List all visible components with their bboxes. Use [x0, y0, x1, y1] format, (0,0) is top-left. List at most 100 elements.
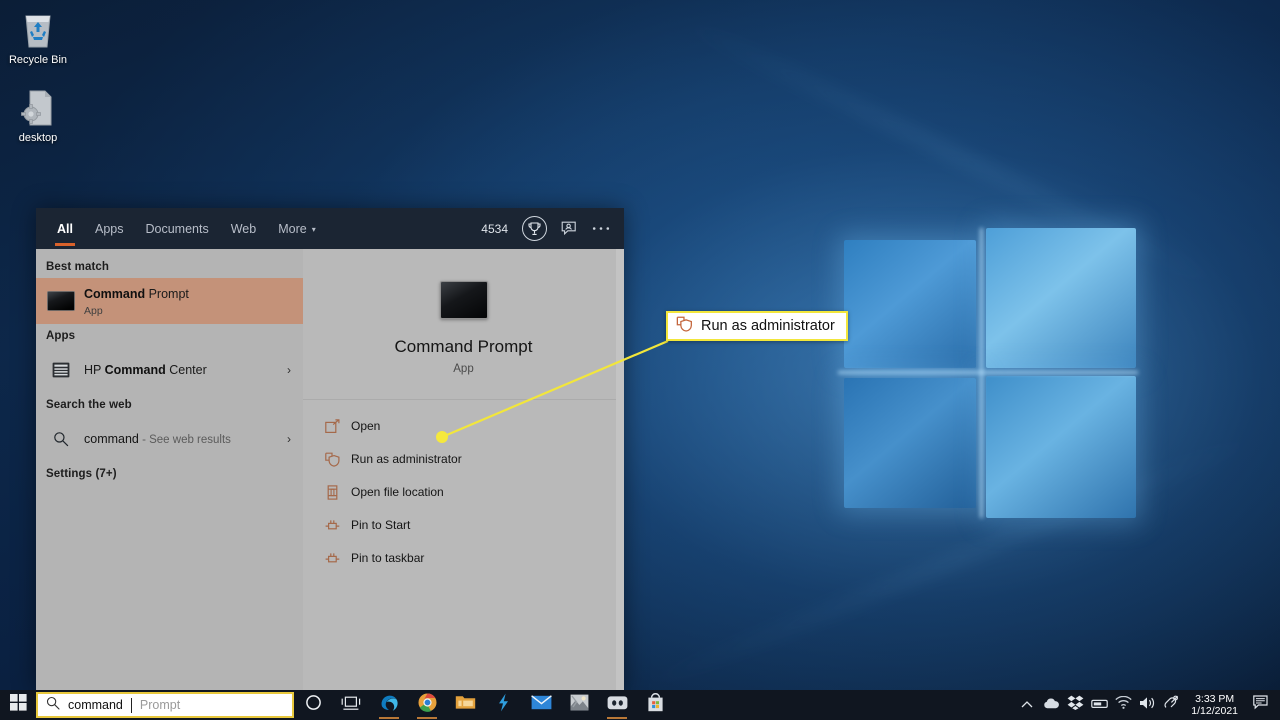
- clock[interactable]: 3:33 PM 1/12/2021: [1183, 693, 1248, 717]
- tab-documents[interactable]: Documents: [134, 208, 219, 249]
- tab-label: Apps: [94, 221, 124, 236]
- device-icon: [1090, 696, 1108, 714]
- group-header-settings: Settings (7+): [46, 468, 117, 480]
- config-file-icon: [0, 84, 76, 128]
- chevron-right-icon[interactable]: ›: [287, 432, 295, 446]
- action-pin-to-start[interactable]: Pin to Start: [325, 513, 624, 537]
- app-preview-panel: Command Prompt App Open Run as administr…: [303, 249, 624, 691]
- edge-icon: [379, 692, 400, 718]
- clock-time: 3:33 PM: [1195, 693, 1235, 705]
- taskbar-item-lightning-app[interactable]: [484, 690, 522, 720]
- preview-scroll-edge: [616, 249, 624, 691]
- rewards-points: 4534: [481, 221, 508, 236]
- logo-pane-top-left: [844, 240, 976, 368]
- chevron-right-icon[interactable]: ›: [287, 363, 295, 377]
- taskbar-item-file-explorer[interactable]: [446, 690, 484, 720]
- taskbar-item-discord[interactable]: [598, 690, 636, 720]
- speaker-icon: [1139, 696, 1156, 715]
- group-header-best-match: Best match: [46, 261, 109, 273]
- wifi-icon: [1115, 695, 1132, 714]
- result-title: Command Prompt: [84, 286, 189, 301]
- taskbar-item-microsoft-store[interactable]: [636, 690, 674, 720]
- action-label: Pin to taskbar: [351, 551, 425, 565]
- group-header-search-the-web: Search the web: [46, 399, 132, 411]
- app-actions-list: Open Run as administrator Open file loca…: [303, 400, 624, 579]
- result-command-prompt[interactable]: Command Prompt App: [36, 278, 303, 324]
- search-tab-bar: All Apps Documents Web More ▾ 4534: [36, 208, 624, 249]
- taskbar-item-cortana[interactable]: [294, 690, 332, 720]
- pin-taskbar-icon: [325, 551, 347, 566]
- wallpaper-windows-logo: [838, 228, 1143, 518]
- tab-apps[interactable]: Apps: [84, 208, 135, 249]
- desktop-icon-recycle-bin[interactable]: Recycle Bin: [0, 6, 76, 67]
- store-icon: [647, 692, 664, 717]
- taskbar-item-microsoft-edge[interactable]: [370, 690, 408, 720]
- tray-device[interactable]: [1087, 690, 1111, 720]
- command-prompt-icon: [46, 291, 76, 311]
- desktop-icon-label: desktop: [18, 132, 58, 144]
- logo-pane-top-right: [986, 228, 1136, 368]
- connect-icon: [1163, 695, 1180, 715]
- result-text: HP Command Center: [84, 361, 287, 379]
- dropbox-icon: [1067, 695, 1084, 715]
- result-subtitle: App: [84, 304, 103, 317]
- search-input-value: command: [68, 698, 123, 712]
- pin-icon: [325, 518, 347, 533]
- windows-logo-icon: [9, 694, 27, 716]
- action-label: Open: [351, 419, 381, 433]
- result-web-search[interactable]: command - See web results ›: [36, 416, 303, 462]
- logo-pane-bottom-right: [986, 376, 1136, 518]
- tray-volume[interactable]: [1135, 690, 1159, 720]
- photos-icon: [570, 694, 589, 716]
- clock-date: 1/12/2021: [1191, 705, 1238, 717]
- result-hp-command-center[interactable]: HP Command Center ›: [36, 347, 303, 393]
- result-text: Command Prompt App: [84, 285, 295, 318]
- chrome-icon: [418, 693, 437, 717]
- action-label: Run as administrator: [351, 452, 462, 466]
- logo-seam-glow: [838, 371, 1138, 374]
- taskbar-item-google-chrome[interactable]: [408, 690, 446, 720]
- start-button[interactable]: [0, 690, 36, 720]
- task-view-icon: [341, 695, 361, 716]
- taskbar-item-photos[interactable]: [560, 690, 598, 720]
- result-text: command - See web results: [84, 430, 287, 448]
- discord-icon: [607, 695, 628, 716]
- tray-bluetooth-connect[interactable]: [1159, 690, 1183, 720]
- tab-bar-actions: 4534: [481, 216, 624, 241]
- trophy-icon[interactable]: [522, 216, 547, 241]
- preview-app-name: Command Prompt: [394, 337, 533, 356]
- tray-network[interactable]: [1111, 690, 1135, 720]
- action-center-button[interactable]: [1248, 690, 1274, 720]
- taskbar-search-box[interactable]: command Prompt: [36, 692, 294, 718]
- cortana-icon: [305, 694, 322, 716]
- desktop-icon-desktop-file[interactable]: desktop: [0, 84, 76, 145]
- tab-all[interactable]: All: [46, 208, 84, 249]
- file-explorer-icon: [455, 694, 476, 716]
- feedback-icon[interactable]: [561, 221, 578, 236]
- tray-onedrive[interactable]: [1039, 690, 1063, 720]
- action-open[interactable]: Open: [325, 414, 624, 438]
- tab-more[interactable]: More ▾: [267, 208, 327, 249]
- tab-web[interactable]: Web: [220, 208, 267, 249]
- search-results-list: Best match Command Prompt App Apps HP Co…: [36, 249, 303, 691]
- group-header-apps: Apps: [46, 330, 76, 342]
- command-prompt-icon: [439, 281, 488, 319]
- notification-icon: [1252, 695, 1270, 715]
- ellipsis-icon[interactable]: [592, 226, 610, 231]
- tray-dropbox[interactable]: [1063, 690, 1087, 720]
- taskbar-item-task-view[interactable]: [332, 690, 370, 720]
- system-tray: 3:33 PM 1/12/2021: [1015, 690, 1280, 720]
- desktop-icon-label: Recycle Bin: [8, 54, 68, 66]
- tab-label: More: [278, 221, 307, 236]
- taskbar-item-mail[interactable]: [522, 690, 560, 720]
- preview-app-kind: App: [453, 363, 474, 375]
- action-pin-to-taskbar[interactable]: Pin to taskbar: [325, 546, 624, 570]
- open-window-icon: [325, 418, 347, 434]
- logo-pane-bottom-left: [844, 378, 976, 508]
- tray-show-hidden-icons[interactable]: [1015, 690, 1039, 720]
- action-open-file-location[interactable]: Open file location: [325, 480, 624, 504]
- recycle-bin-icon: [0, 6, 76, 50]
- search-flyout: All Apps Documents Web More ▾ 4534 Best …: [36, 208, 624, 691]
- result-title: HP Command Center: [84, 363, 207, 377]
- action-run-as-administrator[interactable]: Run as administrator: [325, 447, 624, 471]
